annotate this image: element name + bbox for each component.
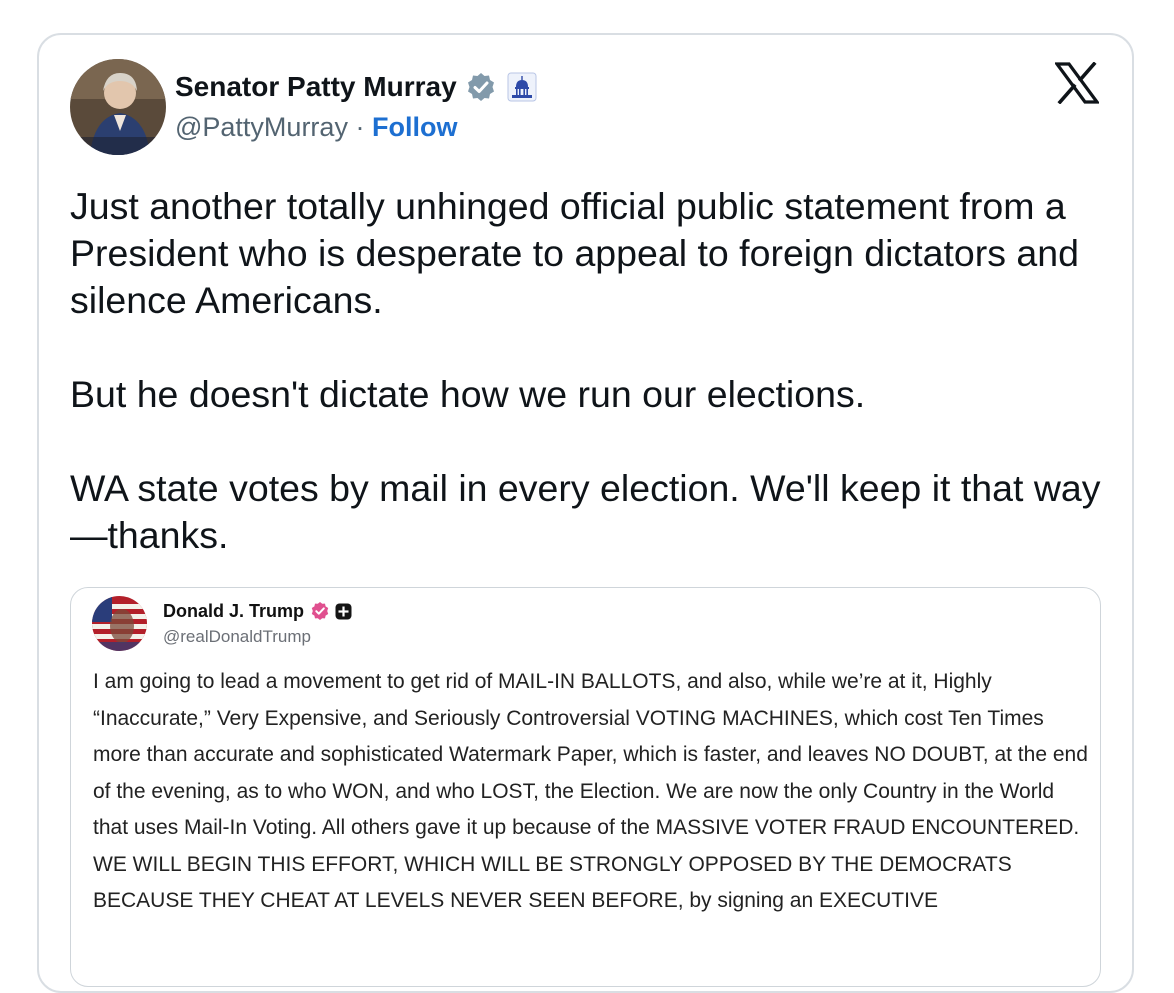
quoted-author-name[interactable]: Donald J. Trump [163,601,304,622]
follow-button[interactable]: Follow [372,112,457,142]
quoted-author-avatar[interactable] [92,596,147,651]
verified-badge-icon [311,602,329,620]
tweet-paragraph: WA state votes by mail in every election… [70,467,1101,556]
author-name-row: Senator Patty Murray [175,68,537,106]
verified-badge-icon [467,73,494,101]
capitol-building-icon [507,72,537,102]
tweet-paragraph: Just another totally unhinged official p… [70,185,1079,321]
author-handle[interactable]: @PattyMurray [175,112,348,142]
separator-dot: · [355,112,372,142]
author-handle-row: @PattyMurray · Follow [175,112,457,143]
x-logo-icon[interactable] [1055,62,1099,104]
tweet-text: Just another totally unhinged official p… [70,183,1110,559]
quoted-post-text: I am going to lead a movement to get rid… [93,670,1088,912]
tweet-paragraph: But he doesn't dictate how we run our el… [70,373,866,415]
quoted-author-handle[interactable]: @realDonaldTrump [163,627,311,647]
author-avatar[interactable] [70,59,166,155]
author-name[interactable]: Senator Patty Murray [175,71,457,103]
plus-badge-icon [335,603,352,619]
quoted-author-name-row: Donald J. Trump [163,598,352,624]
